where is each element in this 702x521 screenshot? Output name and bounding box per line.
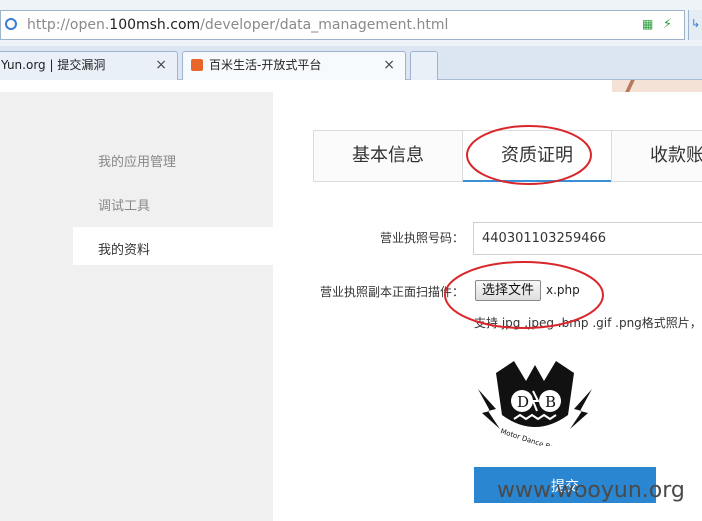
- browser-tab-strip: Yun.org | 提交漏洞 × 百米生活-开放式平台 ×: [0, 46, 702, 80]
- tab-qualification[interactable]: 资质证明: [463, 131, 611, 182]
- logo-motto: Motor Dance Band: [499, 427, 563, 446]
- logo-letter-b: B: [545, 393, 556, 411]
- url-text[interactable]: http://open.100msh.com/developer/data_ma…: [27, 17, 448, 33]
- url-prefix: http://open.: [27, 17, 110, 33]
- sidebar-item-debug-tools[interactable]: 调试工具: [98, 195, 150, 214]
- lightning-icon[interactable]: ⚡: [663, 17, 672, 32]
- close-icon[interactable]: ×: [383, 52, 395, 78]
- tab-payment-account[interactable]: 收款账: [612, 131, 702, 181]
- sidebar-item-app-management[interactable]: 我的应用管理: [98, 151, 176, 170]
- globe-icon: [5, 18, 17, 30]
- browser-tab-wooyun[interactable]: Yun.org | 提交漏洞 ×: [0, 51, 178, 80]
- new-tab-button[interactable]: [410, 51, 438, 80]
- license-scan-label: 营业执照副本正面扫描件：: [320, 285, 465, 299]
- watermark-text: www.wooyun.org: [497, 478, 685, 503]
- uploaded-logo-image: D B Motor Dance Band: [474, 355, 596, 455]
- address-bar-area: http://open.100msh.com/developer/data_ma…: [0, 0, 702, 46]
- tab-basic-info[interactable]: 基本信息: [314, 131, 462, 181]
- browser-tab-100msh[interactable]: 百米生活-开放式平台 ×: [182, 51, 406, 80]
- choose-file-button[interactable]: 选择文件: [475, 280, 542, 301]
- license-number-input[interactable]: 440301103259466: [473, 222, 702, 255]
- selected-file-name: x.php: [546, 283, 580, 297]
- qr-code-icon[interactable]: ▦: [642, 18, 654, 30]
- site-favicon-icon: [191, 59, 203, 71]
- logo-letter-d: D: [517, 393, 529, 411]
- page-header: [0, 80, 702, 92]
- tab-label: 百米生活-开放式平台: [209, 58, 322, 72]
- url-domain: 100msh.com: [109, 17, 201, 33]
- url-path: /developer/data_management.html: [200, 17, 449, 33]
- db-logo-graphic: D B Motor Dance Band: [478, 361, 592, 455]
- upload-hint: 支持.jpg .jpeg .bmp .gif .png格式照片，大小: [474, 316, 702, 330]
- tab-label: Yun.org | 提交漏洞: [1, 58, 106, 72]
- address-bar[interactable]: http://open.100msh.com/developer/data_ma…: [0, 10, 685, 40]
- sidebar-item-my-profile[interactable]: 我的资料: [98, 239, 150, 258]
- license-number-label: 营业执照号码：: [380, 231, 465, 245]
- close-icon[interactable]: ×: [155, 52, 167, 78]
- toolbar-overflow-icon[interactable]: ↳: [688, 10, 702, 40]
